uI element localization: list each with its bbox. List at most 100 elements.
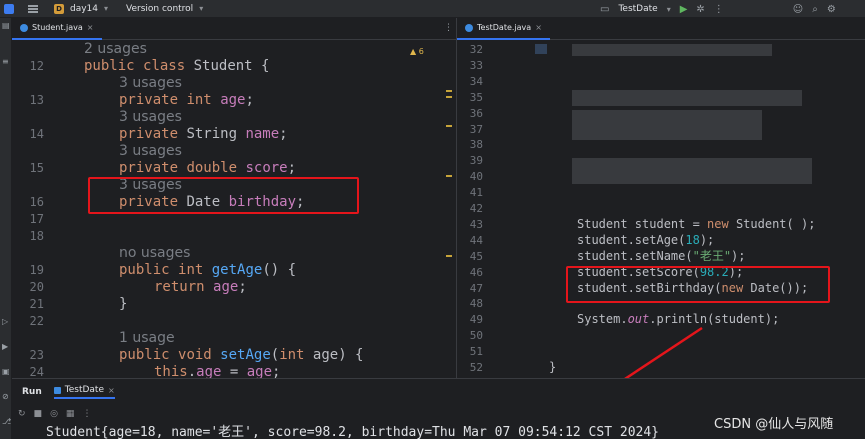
add-user-icon[interactable]: ☺ [793, 4, 803, 15]
code-line: private int age; [119, 92, 254, 108]
tool-strip: ▤ ≡ ▷ ▶ ▣ ⊘ ⎇ [0, 18, 12, 439]
code-line: Student student = new Student( ); [577, 216, 816, 231]
line-number: 46 [469, 265, 483, 279]
services-tool-icon[interactable]: ▷ [2, 318, 10, 326]
code-line: System.out.println(student); [577, 312, 780, 327]
scroll-mark [446, 125, 452, 127]
vcs-selector[interactable]: Version control [126, 4, 193, 14]
usage-hint: 3 usages [119, 109, 182, 125]
line-number: 22 [29, 314, 44, 328]
line-number: 48 [469, 297, 483, 311]
code-line: } [549, 360, 557, 374]
line-number: 12 [29, 59, 44, 73]
chevron-down-icon[interactable]: ▾ [104, 4, 108, 13]
line-number: 51 [469, 345, 483, 359]
debug-icon[interactable]: ✲ [696, 4, 704, 15]
line-number: 49 [469, 313, 483, 327]
run-tab-testdate[interactable]: TestDate × [53, 385, 115, 399]
git-tool-icon[interactable]: ⎇ [2, 418, 11, 426]
code-line: public class Student { [84, 58, 270, 74]
line-number: 18 [29, 229, 44, 243]
run-icon[interactable]: ▶ [680, 4, 688, 15]
line-number: 41 [469, 186, 483, 200]
more-icon[interactable]: ⋮ [444, 23, 453, 33]
line-number: 21 [29, 297, 44, 311]
usage-hint: 3 usages [119, 143, 182, 159]
line-number: 20 [29, 280, 44, 294]
line-number: 23 [29, 348, 44, 362]
warning-indicator[interactable]: ▲ 6 [410, 47, 424, 56]
stop-icon[interactable]: ■ [34, 409, 43, 419]
more-icon[interactable]: ⋮ [714, 4, 724, 15]
title-bar: D day14 ▾ Version control ▾ ▭ TestDate ▾… [0, 0, 865, 18]
usage-hint: 1 usage [119, 330, 175, 346]
line-number: 34 [469, 74, 483, 88]
terminal-tool-icon[interactable]: ▣ [2, 368, 10, 376]
left-tab-bar: Student.java × [12, 18, 456, 40]
line-number: 45 [469, 249, 483, 263]
project-badge: D [54, 3, 64, 14]
run-tab-label: TestDate [64, 385, 104, 395]
code-line: return age; [154, 279, 247, 295]
project-tool-icon[interactable]: ▤ [2, 22, 10, 30]
line-number: 37 [469, 122, 483, 136]
watermark: CSDN @仙人与风随 [714, 417, 834, 432]
chevron-down-icon[interactable]: ▾ [667, 5, 671, 14]
line-number: 52 [469, 361, 483, 374]
scroll-mark [446, 90, 452, 92]
line-number: 44 [469, 233, 483, 247]
close-icon[interactable]: × [108, 386, 115, 395]
config-icon: ▭ [600, 3, 610, 15]
code-line: public int getAge() { [119, 262, 297, 278]
close-icon[interactable]: × [535, 23, 542, 32]
gear-icon[interactable]: ⚙ [827, 4, 836, 15]
scroll-mark [446, 255, 452, 257]
main-menu-icon[interactable] [28, 4, 38, 13]
code-line: public void setAge(int age) { [119, 347, 364, 363]
line-number: 14 [29, 127, 44, 141]
scroll-mark [446, 96, 452, 98]
tab-testdate-java[interactable]: TestDate.java × [457, 18, 550, 40]
line-number: 15 [29, 161, 44, 175]
chevron-down-icon[interactable]: ▾ [199, 4, 203, 13]
code-line: this.age = age; [154, 364, 281, 378]
rerun-icon[interactable]: ↻ [18, 409, 26, 419]
line-number: 50 [469, 329, 483, 343]
line-number: 19 [29, 263, 44, 277]
close-icon[interactable]: × [87, 23, 94, 32]
usage-hint: no usages [119, 245, 191, 261]
line-number: 16 [29, 195, 44, 209]
code-line: student.setAge(18); [577, 232, 715, 247]
line-number: 40 [469, 170, 483, 184]
blurred-region [572, 158, 812, 184]
more-icon[interactable]: ⋮ [82, 409, 91, 419]
highlight-setbirthday-call [566, 266, 830, 303]
search-icon[interactable]: ⌕ [812, 4, 818, 15]
camera-icon[interactable]: ◎ [50, 409, 58, 419]
tab-label: TestDate.java [477, 23, 532, 32]
project-selector[interactable]: day14 [70, 4, 98, 14]
code-line: student.setName("老王"); [577, 248, 746, 263]
testdate-editor[interactable]: 32 33 34 35 36 37 38 39 40 41 42 43 44 45 46 47 48 49 50 51… [457, 40, 865, 378]
line-number: 47 [469, 281, 483, 295]
run-config-icon [53, 386, 61, 394]
highlight-birthday-field [88, 177, 359, 214]
run-tool-icon[interactable]: ▶ [2, 343, 10, 351]
structure-tool-icon[interactable]: ≡ [2, 58, 10, 66]
problems-tool-icon[interactable]: ⊘ [2, 393, 10, 401]
line-number: 17 [29, 212, 44, 226]
blurred-region [572, 44, 772, 56]
tab-student-java[interactable]: Student.java × [12, 18, 102, 40]
run-config-selector[interactable]: TestDate [618, 4, 657, 14]
code-line: private String name; [119, 126, 288, 142]
line-number: 42 [469, 202, 483, 215]
line-number: 32 [469, 43, 483, 56]
line-number: 33 [469, 58, 483, 72]
run-panel-title[interactable]: Run [22, 387, 42, 397]
console-output[interactable]: Student{age=18, name='老王', score=98.2, b… [46, 421, 659, 439]
java-class-icon [465, 23, 473, 32]
code-line: } [119, 296, 128, 312]
line-number: 24 [29, 365, 44, 378]
layout-icon[interactable]: ▦ [66, 409, 75, 419]
java-class-icon [20, 23, 28, 32]
